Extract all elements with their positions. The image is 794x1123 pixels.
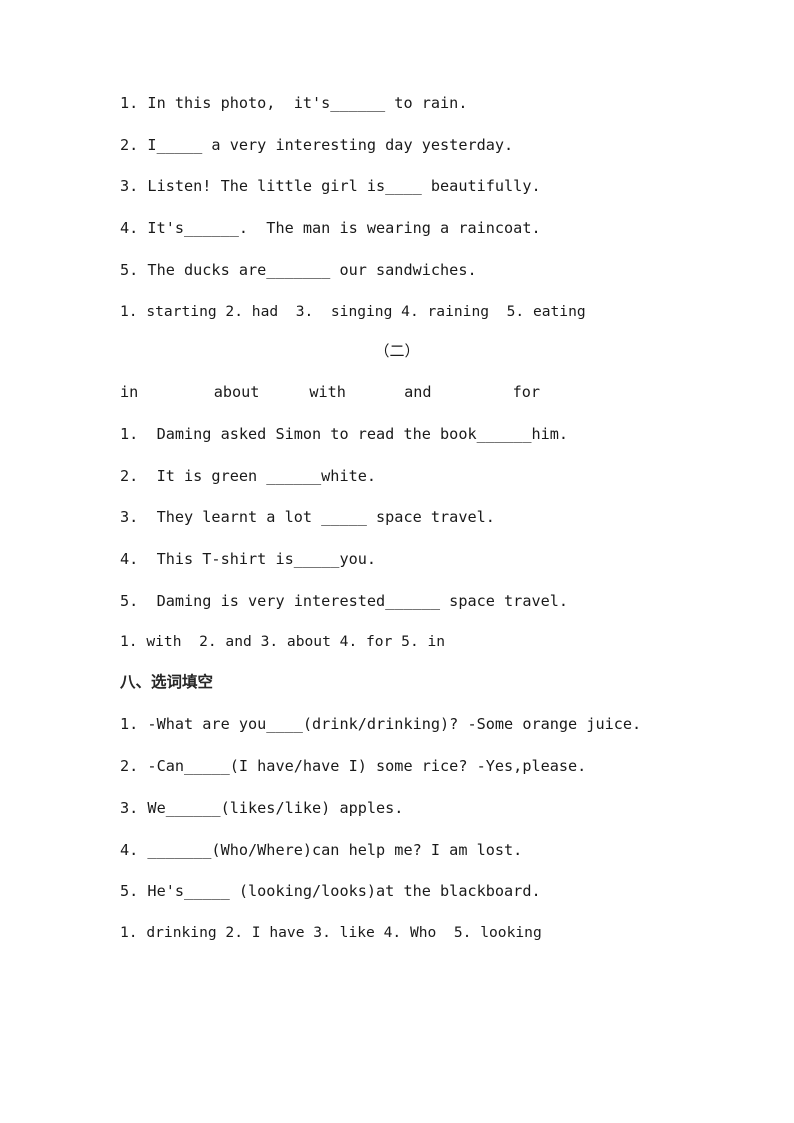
word-bank-item: for: [512, 383, 540, 402]
question-line: 4. It's______. The man is wearing a rain…: [120, 219, 541, 238]
question-line: 2. -Can_____(I have/have I) some rice? -…: [120, 757, 587, 776]
worksheet-page: 1. In this photo, it's______ to rain. 2.…: [0, 0, 794, 1123]
question-line: 1. In this photo, it's______ to rain.: [120, 94, 468, 112]
part-marker: （二）: [374, 342, 420, 361]
question-line: 3. They learnt a lot _____ space travel.: [120, 508, 495, 527]
answer-key-line: 1. drinking 2. I have 3. like 4. Who 5. …: [120, 923, 542, 941]
document-body: 1. In this photo, it's______ to rain. 2.…: [120, 94, 724, 941]
question-line: 4. _______(Who/Where)can help me? I am l…: [120, 840, 523, 859]
question-line: 4. This T-shirt is_____you.: [120, 549, 377, 568]
question-line: 2. I_____ a very interesting day yesterd…: [120, 135, 514, 154]
section-heading: 八、选词填空: [120, 672, 214, 691]
answer-key-line: 1. starting 2. had 3. singing 4. raining…: [120, 302, 586, 320]
word-bank-item: and: [404, 383, 432, 402]
word-bank: in about with and for: [120, 383, 540, 402]
question-line: 5. He's_____ (looking/looks)at the black…: [120, 882, 541, 901]
word-bank-item: about: [213, 383, 260, 402]
question-line: 5. The ducks are_______ our sandwiches.: [120, 260, 477, 279]
answer-key-line: 1. with 2. and 3. about 4. for 5. in: [120, 633, 446, 651]
question-line: 1. -What are you____(drink/drinking)? -S…: [120, 715, 642, 734]
question-line: 1. Daming asked Simon to read the book__…: [120, 424, 569, 443]
word-bank-item: with: [309, 383, 346, 402]
question-line: 2. It is green ______white.: [120, 466, 377, 485]
question-line: 3. Listen! The little girl is____ beauti…: [120, 177, 541, 196]
question-line: 3. We______(likes/like) apples.: [120, 798, 404, 817]
word-bank-item: in: [120, 383, 139, 402]
question-line: 5. Daming is very interested______ space…: [120, 591, 569, 610]
